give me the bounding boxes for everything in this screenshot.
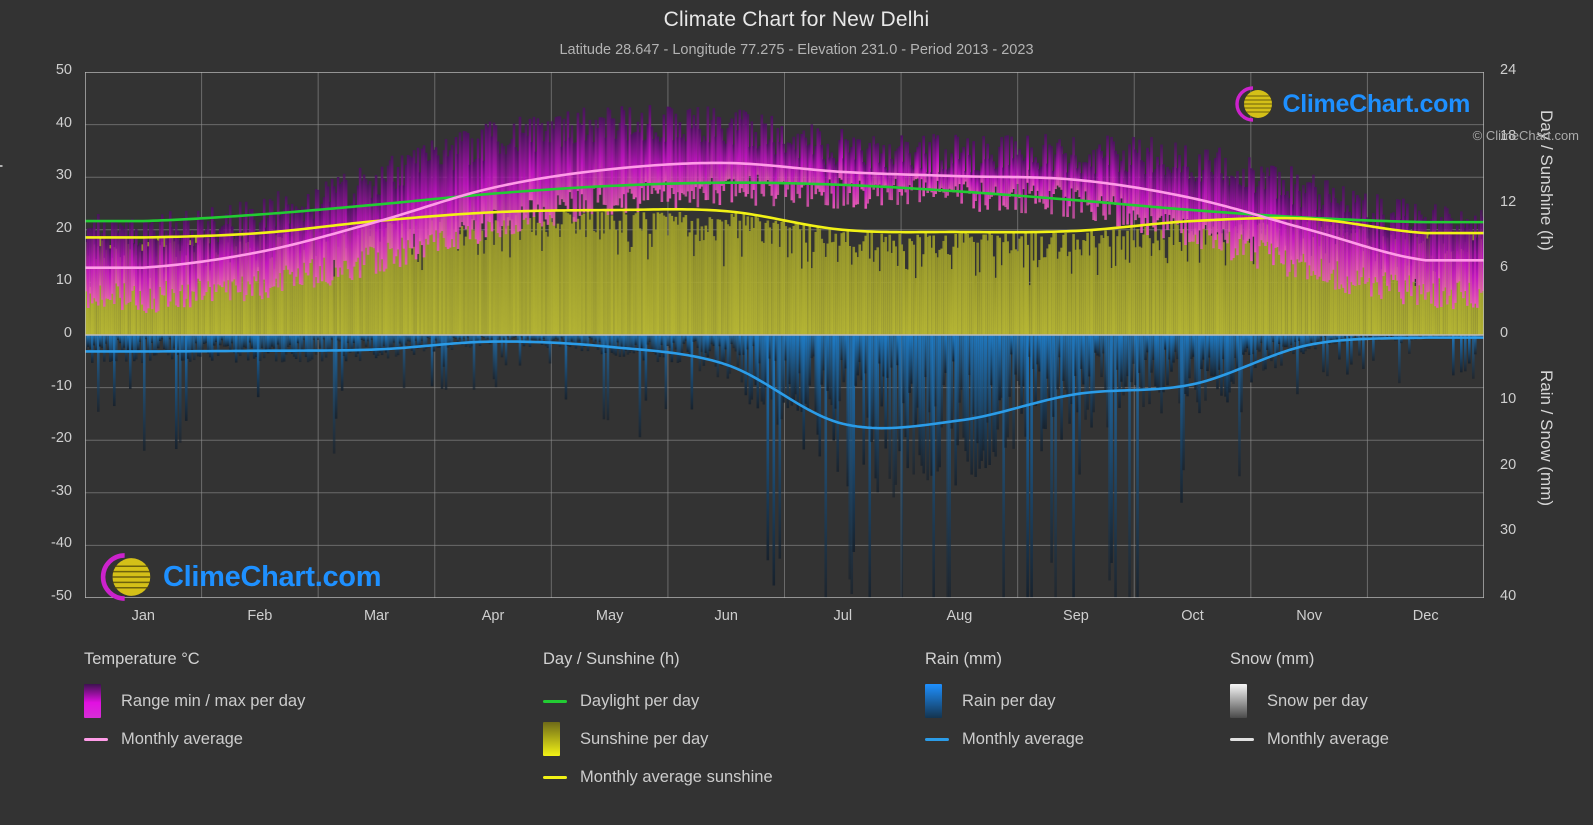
y-tick-left: -10 bbox=[51, 377, 72, 394]
x-tick-feb: Feb bbox=[247, 608, 273, 624]
x-tick-mar: Mar bbox=[363, 608, 389, 624]
page-subtitle: Latitude 28.647 - Longitude 77.275 - Ele… bbox=[559, 42, 1034, 58]
page-title: Climate Chart for New Delhi bbox=[663, 8, 930, 31]
y-tick-left: 50 bbox=[55, 62, 72, 78]
y-tick-left: 30 bbox=[55, 167, 72, 184]
y-axis-label-temperature: Temperature °C bbox=[0, 80, 3, 200]
y-tick-day: 12 bbox=[1500, 193, 1517, 210]
climechart-logo-icon-2 bbox=[100, 553, 151, 601]
x-tick-dec: Dec bbox=[1412, 608, 1439, 624]
legend-item[interactable]: Snow per day bbox=[1230, 682, 1389, 720]
x-tick-oct: Oct bbox=[1181, 608, 1204, 624]
legend-group-title: Snow (mm) bbox=[1230, 650, 1315, 668]
x-tick-aug: Aug bbox=[946, 608, 973, 624]
y-tick-left: 20 bbox=[55, 219, 72, 236]
legend-item-label: Daylight per day bbox=[580, 691, 700, 710]
legend-group-day-sunshine-h: Day / Sunshine (h) Daylight per day Sunshi… bbox=[543, 650, 773, 796]
y-tick-left: -40 bbox=[51, 535, 72, 552]
legend-swatch bbox=[925, 684, 949, 718]
watermark-logo-top: ClimeChart.com bbox=[1231, 84, 1470, 124]
y-tick-left: -50 bbox=[51, 588, 72, 604]
y-tick-left: -20 bbox=[51, 430, 72, 447]
legend-item[interactable]: Monthly average bbox=[925, 720, 1084, 758]
x-tick-nov: Nov bbox=[1296, 608, 1323, 624]
watermark-logo-bottom: ClimeChart.com bbox=[95, 550, 381, 604]
y-tick-rain: 10 bbox=[1500, 390, 1517, 407]
x-tick-jan: Jan bbox=[131, 608, 155, 624]
legend-item-label: Monthly average bbox=[1267, 729, 1389, 748]
x-tick-may: May bbox=[595, 608, 624, 624]
x-tick-apr: Apr bbox=[481, 608, 505, 624]
legend-item[interactable]: Daylight per day bbox=[543, 682, 773, 720]
legend-item[interactable]: Sunshine per day bbox=[543, 720, 773, 758]
legend-group-rain-mm: Rain (mm) Rain per day Monthly average bbox=[925, 650, 1084, 758]
legend-group-title: Day / Sunshine (h) bbox=[543, 650, 680, 668]
legend-group-title: Rain (mm) bbox=[925, 650, 1002, 668]
legend-swatch bbox=[1230, 737, 1254, 741]
y-tick-left: 40 bbox=[55, 114, 72, 131]
legend-item-label: Range min / max per day bbox=[121, 691, 306, 710]
y-tick-rain: 40 bbox=[1500, 588, 1517, 604]
copyright-text: © ClimeChart.com bbox=[1472, 128, 1579, 143]
legend-item-label: Snow per day bbox=[1267, 691, 1368, 710]
legend-item-label: Sunshine per day bbox=[580, 729, 709, 748]
legend-group-snow-mm: Snow (mm) Snow per day Monthly average bbox=[1230, 650, 1389, 758]
chart-svg bbox=[85, 72, 1484, 598]
y-tick-day: 24 bbox=[1500, 62, 1517, 78]
legend-swatch bbox=[543, 699, 567, 703]
x-tick-jul: Jul bbox=[833, 608, 853, 624]
legend-item-label: Monthly average bbox=[962, 729, 1084, 748]
legend-item[interactable]: Range min / max per day bbox=[84, 682, 305, 720]
legend-swatch bbox=[925, 737, 949, 741]
chart-legend: Temperature °C Range min / max per day Mon… bbox=[0, 650, 1593, 825]
legend-item-label: Monthly average bbox=[121, 729, 243, 748]
y-tick-rain: 30 bbox=[1500, 522, 1517, 539]
x-tick-sep: Sep bbox=[1063, 608, 1089, 624]
legend-item[interactable]: Monthly average sunshine bbox=[543, 758, 773, 796]
y-tick-left: -30 bbox=[51, 482, 72, 499]
legend-swatch bbox=[84, 684, 108, 718]
x-tick-jun: Jun bbox=[714, 608, 738, 624]
climate-chart-plot: ClimeChart.com ClimeChart.com bbox=[85, 72, 1484, 601]
climechart-logo-icon bbox=[1235, 86, 1273, 122]
y-tick-rain: 20 bbox=[1500, 456, 1517, 473]
legend-group-temperature-c: Temperature °C Range min / max per day Mon… bbox=[84, 650, 305, 758]
legend-item[interactable]: Monthly average bbox=[84, 720, 305, 758]
legend-group-title: Temperature °C bbox=[84, 650, 200, 668]
legend-swatch bbox=[84, 737, 108, 741]
watermark-text-bottom: ClimeChart.com bbox=[163, 560, 382, 593]
legend-swatch bbox=[543, 775, 567, 779]
y-tick-day: 0 bbox=[1500, 325, 1509, 341]
legend-item[interactable]: Monthly average bbox=[1230, 720, 1389, 758]
y-tick-day: 6 bbox=[1500, 259, 1509, 276]
legend-swatch bbox=[543, 722, 567, 756]
watermark-text-top: ClimeChart.com bbox=[1282, 89, 1470, 118]
y-tick-left: 0 bbox=[63, 325, 72, 341]
legend-item[interactable]: Rain per day bbox=[925, 682, 1084, 720]
legend-item-label: Monthly average sunshine bbox=[580, 767, 773, 786]
legend-item-label: Rain per day bbox=[962, 691, 1056, 710]
y-tick-left: 10 bbox=[55, 272, 72, 289]
legend-swatch bbox=[1230, 684, 1254, 718]
